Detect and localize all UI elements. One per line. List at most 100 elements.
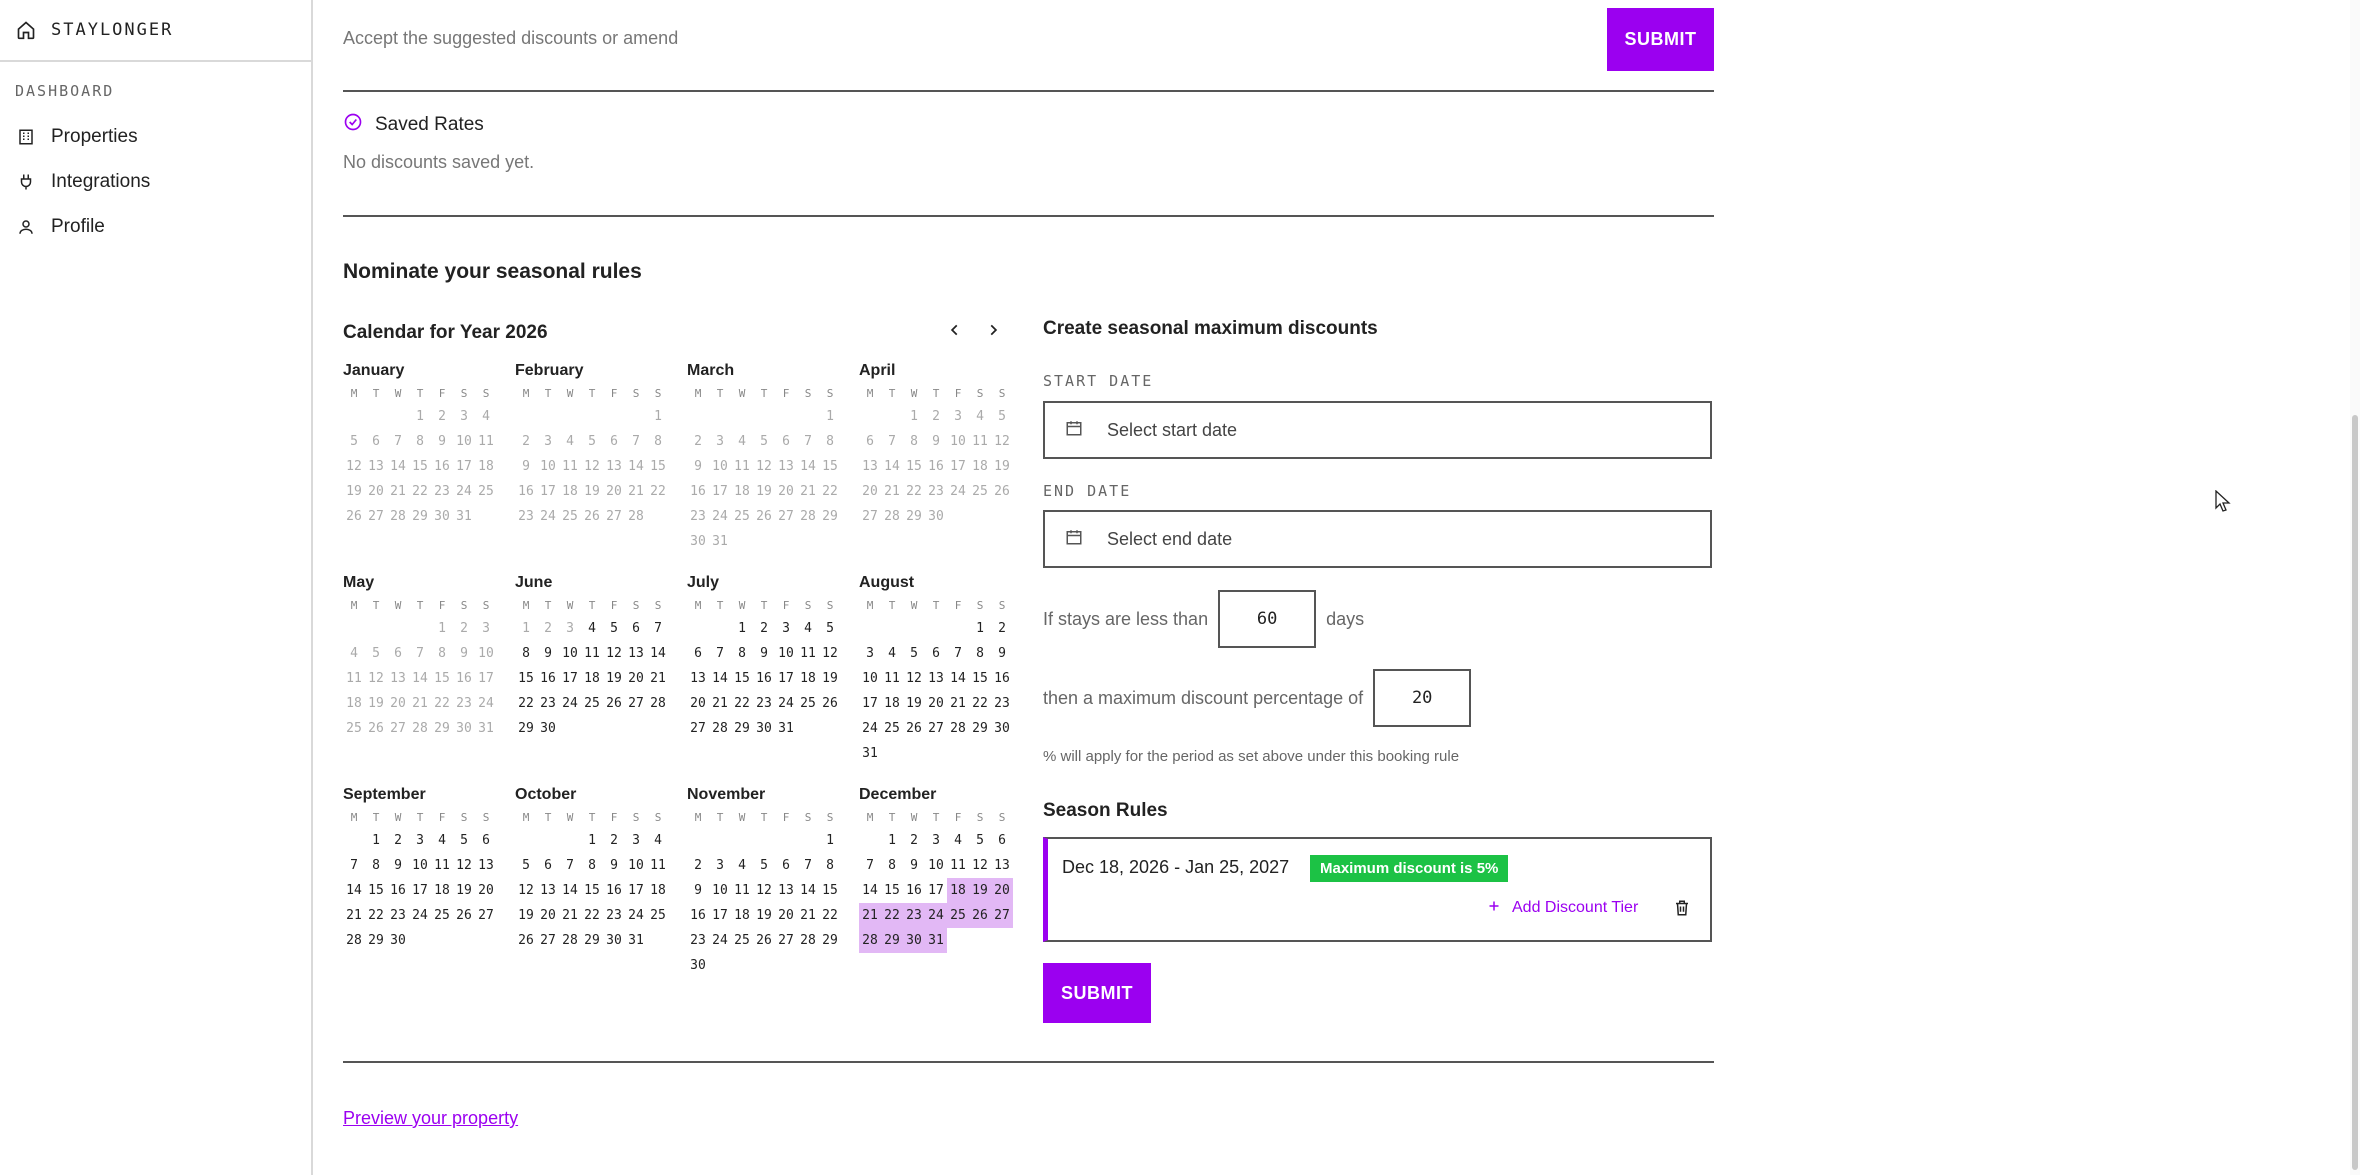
calendar-day[interactable]: 17 (625, 878, 647, 903)
calendar-day[interactable]: 9 (753, 641, 775, 666)
calendar-day[interactable]: 7 (709, 641, 731, 666)
calendar-day[interactable]: 29 (731, 716, 753, 741)
calendar-day[interactable]: 13 (475, 853, 497, 878)
calendar-day[interactable]: 8 (881, 853, 903, 878)
calendar-day[interactable]: 21 (647, 666, 669, 691)
calendar-day[interactable]: 12 (603, 641, 625, 666)
calendar-day[interactable]: 28 (947, 716, 969, 741)
calendar-day[interactable]: 26 (969, 903, 991, 928)
calendar-day[interactable]: 29 (881, 928, 903, 953)
calendar-day[interactable]: 27 (925, 716, 947, 741)
calendar-day[interactable]: 13 (775, 878, 797, 903)
calendar-day[interactable]: 6 (925, 641, 947, 666)
calendar-day[interactable]: 19 (453, 878, 475, 903)
calendar-day[interactable]: 12 (515, 878, 537, 903)
calendar-day[interactable]: 22 (969, 691, 991, 716)
calendar-day[interactable]: 13 (687, 666, 709, 691)
calendar-day[interactable]: 14 (343, 878, 365, 903)
calendar-day[interactable]: 25 (647, 903, 669, 928)
calendar-day[interactable]: 30 (687, 953, 709, 978)
calendar-day[interactable]: 23 (387, 903, 409, 928)
calendar-day[interactable]: 29 (365, 928, 387, 953)
calendar-day[interactable]: 3 (925, 828, 947, 853)
calendar-day[interactable]: 5 (753, 853, 775, 878)
discount-percentage-input[interactable]: 20 (1373, 669, 1472, 727)
calendar-day[interactable]: 4 (797, 616, 819, 641)
calendar-day[interactable]: 22 (581, 903, 603, 928)
calendar-day[interactable]: 2 (603, 828, 625, 853)
calendar-day[interactable]: 1 (365, 828, 387, 853)
calendar-day[interactable]: 1 (731, 616, 753, 641)
calendar-day[interactable]: 23 (991, 691, 1013, 716)
calendar-day[interactable]: 26 (903, 716, 925, 741)
calendar-day[interactable]: 6 (537, 853, 559, 878)
calendar-day[interactable]: 31 (859, 741, 881, 766)
calendar-day[interactable]: 23 (753, 691, 775, 716)
calendar-day[interactable]: 27 (991, 903, 1013, 928)
calendar-day[interactable]: 1 (581, 828, 603, 853)
calendar-day[interactable]: 2 (687, 853, 709, 878)
calendar-day[interactable]: 6 (475, 828, 497, 853)
calendar-day[interactable]: 20 (687, 691, 709, 716)
calendar-day[interactable]: 19 (903, 691, 925, 716)
calendar-day[interactable]: 30 (387, 928, 409, 953)
calendar-day[interactable]: 1 (819, 828, 841, 853)
calendar-day[interactable]: 12 (969, 853, 991, 878)
calendar-day[interactable]: 29 (515, 716, 537, 741)
calendar-day[interactable]: 14 (647, 641, 669, 666)
calendar-day[interactable]: 31 (625, 928, 647, 953)
calendar-day[interactable]: 18 (581, 666, 603, 691)
calendar-day[interactable]: 5 (453, 828, 475, 853)
calendar-day[interactable]: 9 (537, 641, 559, 666)
calendar-day[interactable]: 23 (687, 928, 709, 953)
calendar-day[interactable]: 12 (453, 853, 475, 878)
calendar-day[interactable]: 28 (709, 716, 731, 741)
calendar-day[interactable]: 11 (797, 641, 819, 666)
calendar-day[interactable]: 21 (797, 903, 819, 928)
calendar-day[interactable]: 16 (991, 666, 1013, 691)
calendar-day[interactable]: 5 (819, 616, 841, 641)
calendar-day[interactable]: 4 (881, 641, 903, 666)
calendar-next-button[interactable] (981, 320, 1005, 344)
calendar-day[interactable]: 12 (819, 641, 841, 666)
calendar-day[interactable]: 7 (947, 641, 969, 666)
calendar-day[interactable]: 1 (969, 616, 991, 641)
calendar-day[interactable]: 8 (515, 641, 537, 666)
calendar-day[interactable]: 27 (687, 716, 709, 741)
calendar-day[interactable]: 16 (687, 903, 709, 928)
calendar-day[interactable]: 16 (387, 878, 409, 903)
calendar-day[interactable]: 30 (753, 716, 775, 741)
calendar-day[interactable]: 12 (753, 878, 775, 903)
calendar-prev-button[interactable] (943, 320, 967, 344)
calendar-day[interactable]: 11 (881, 666, 903, 691)
calendar-day[interactable]: 11 (581, 641, 603, 666)
calendar-day[interactable]: 28 (559, 928, 581, 953)
calendar-day[interactable]: 21 (859, 903, 881, 928)
preview-property-link[interactable]: Preview your property (343, 1108, 518, 1129)
calendar-day[interactable]: 7 (559, 853, 581, 878)
season-rules-submit-button[interactable]: SUBMIT (1043, 963, 1151, 1023)
calendar-day[interactable]: 25 (731, 928, 753, 953)
calendar-day[interactable]: 13 (991, 853, 1013, 878)
calendar-day[interactable]: 5 (515, 853, 537, 878)
calendar-day[interactable]: 17 (775, 666, 797, 691)
calendar-day[interactable]: 9 (687, 878, 709, 903)
calendar-day[interactable]: 21 (709, 691, 731, 716)
calendar-day[interactable]: 21 (343, 903, 365, 928)
calendar-day[interactable]: 26 (453, 903, 475, 928)
add-discount-tier-button[interactable]: Add Discount Tier (1488, 899, 1638, 917)
calendar-day[interactable]: 9 (387, 853, 409, 878)
calendar-day[interactable]: 6 (625, 616, 647, 641)
calendar-day[interactable]: 11 (431, 853, 453, 878)
calendar-day[interactable]: 2 (753, 616, 775, 641)
calendar-day[interactable]: 28 (343, 928, 365, 953)
calendar-day[interactable]: 29 (819, 928, 841, 953)
calendar-day[interactable]: 26 (603, 691, 625, 716)
calendar-day[interactable]: 28 (859, 928, 881, 953)
calendar-day[interactable]: 7 (859, 853, 881, 878)
calendar-day[interactable]: 18 (797, 666, 819, 691)
calendar-day[interactable]: 6 (991, 828, 1013, 853)
calendar-day[interactable]: 6 (775, 853, 797, 878)
calendar-day[interactable]: 19 (969, 878, 991, 903)
discount-submit-button[interactable]: SUBMIT (1607, 8, 1714, 71)
